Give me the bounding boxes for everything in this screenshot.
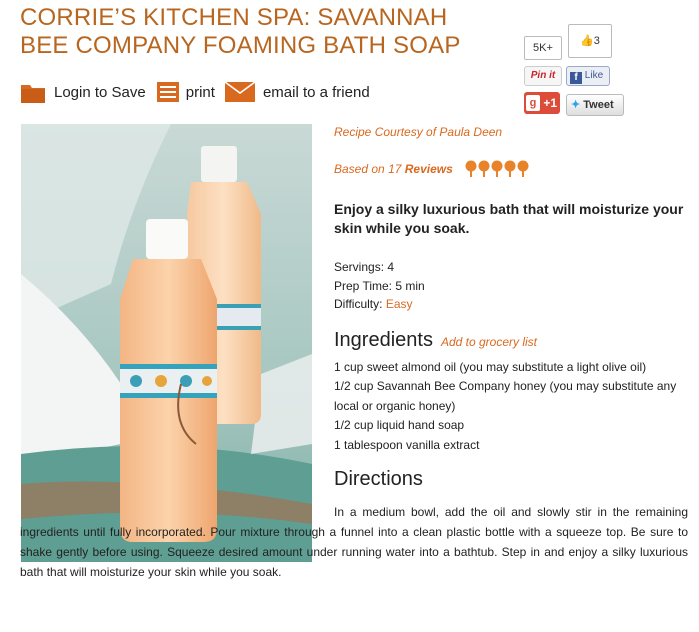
google-plus-button[interactable]: g +1 xyxy=(524,92,560,114)
servings-label: Servings: xyxy=(334,260,385,274)
directions-heading: Directions xyxy=(334,468,423,490)
rating-star-icon xyxy=(478,160,490,178)
difficulty-row: Difficulty: Easy xyxy=(334,295,684,314)
ingredient-item: 1/2 cup liquid hand soap xyxy=(334,418,465,432)
ingredient-item: 1 tablespoon vanilla extract xyxy=(334,437,480,452)
difficulty-link[interactable]: Easy xyxy=(386,297,413,311)
google-plus-label: +1 xyxy=(543,96,558,110)
social-share: 5K+ 👍3 Pin it f Like g +1 ✦ Tweet xyxy=(522,22,632,118)
recipe-info: Recipe Courtesy of Paula Deen Based on 1… xyxy=(334,124,684,491)
difficulty-label: Difficulty: xyxy=(334,297,383,311)
ingredients-header: Ingredients Add to grocery list xyxy=(334,328,684,352)
login-to-save-label: Login to Save xyxy=(54,83,146,101)
prep-time-value: 5 min xyxy=(395,278,425,293)
directions-text: In a medium bowl, add the oil and slowly… xyxy=(20,505,688,579)
thumbs-up-icon: 👍 xyxy=(580,35,594,47)
star-rating xyxy=(465,160,530,178)
rating-star-icon xyxy=(517,160,529,178)
ingredients-heading: Ingredients xyxy=(334,328,433,351)
google-g-icon: g xyxy=(526,95,540,111)
servings-value: 4 xyxy=(387,260,395,274)
like-count-box: 👍3 xyxy=(568,24,612,58)
twitter-bird-icon: ✦ xyxy=(571,99,581,111)
recipe-photo xyxy=(21,124,312,562)
recipe-summary: Enjoy a silky luxurious bath that will m… xyxy=(334,201,684,236)
print-icon xyxy=(156,81,180,103)
ingredients-list: 1 cup sweet almond oil (you may substitu… xyxy=(334,358,684,456)
ingredient-item: 1 cup sweet almond oil (you may substitu… xyxy=(334,359,647,374)
add-to-grocery-list-link[interactable]: Add to grocery list xyxy=(441,335,537,349)
based-on-label: Based on xyxy=(334,162,385,176)
recipe-actions: Login to Save print email to a friend xyxy=(20,78,370,106)
review-count: 17 xyxy=(388,162,402,176)
servings-row: Servings: 4 xyxy=(334,258,684,277)
prep-time-label: Prep Time: xyxy=(334,278,393,293)
recipe-box-icon xyxy=(20,79,46,105)
login-to-save-link[interactable]: Login to Save xyxy=(20,79,146,105)
email-friend-label: email to a friend xyxy=(262,83,370,101)
recipe-courtesy: Recipe Courtesy of Paula Deen xyxy=(334,124,684,140)
print-label: print xyxy=(185,83,215,101)
reviews-link[interactable]: Reviews xyxy=(405,162,453,176)
rating-row: Based on 17 Reviews xyxy=(334,158,684,180)
directions-header: Directions xyxy=(334,467,684,491)
like-label: Like xyxy=(584,70,604,81)
prep-time-row: Prep Time: 5 min xyxy=(334,277,684,296)
envelope-icon xyxy=(224,81,256,102)
print-link[interactable]: print xyxy=(156,81,215,103)
like-count: 3 xyxy=(593,35,600,47)
courtesy-prefix: Recipe Courtesy of xyxy=(334,125,437,139)
tweet-label: Tweet xyxy=(583,99,614,111)
ingredient-item: 1/2 cup Savannah Bee Company honey (you … xyxy=(334,379,677,413)
recipe-details: Servings: 4 Prep Time: 5 min Difficulty:… xyxy=(334,258,684,314)
rating-star-icon xyxy=(465,160,477,178)
pin-it-button[interactable]: Pin it xyxy=(524,66,562,86)
email-friend-link[interactable]: email to a friend xyxy=(224,81,370,102)
rating-star-icon xyxy=(504,160,516,178)
courtesy-author-link[interactable]: Paula Deen xyxy=(439,125,502,139)
facebook-like-button[interactable]: f Like xyxy=(566,66,610,86)
rating-star-icon xyxy=(491,160,503,178)
facebook-icon: f xyxy=(570,72,582,84)
page-title: CORRIE’S KITCHEN SPA: SAVANNAH BEE COMPA… xyxy=(20,4,461,59)
pin-count: 5K+ xyxy=(524,36,562,60)
tweet-button[interactable]: ✦ Tweet xyxy=(566,94,624,116)
